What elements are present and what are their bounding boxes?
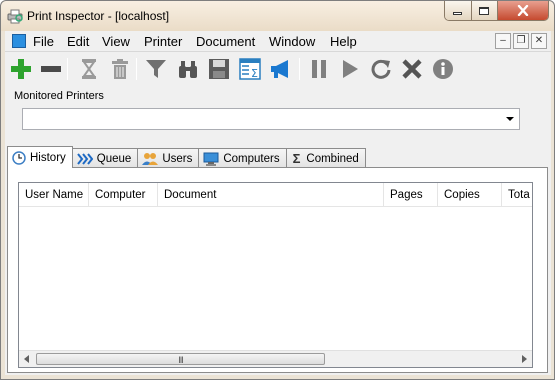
queue-arrows-icon — [77, 152, 93, 165]
hourglass-button[interactable] — [76, 56, 102, 82]
column-header-document[interactable]: Document — [158, 183, 384, 207]
clock-icon — [12, 150, 26, 165]
tab-combined-label: Combined — [306, 152, 359, 165]
svg-text:Σ: Σ — [251, 67, 258, 80]
pause-icon — [312, 60, 326, 78]
column-header-computer[interactable]: Computer — [89, 183, 158, 207]
column-header-total[interactable]: Tota — [502, 183, 532, 207]
printer-app-icon — [7, 9, 23, 24]
delete-button[interactable] — [107, 56, 133, 82]
window-controls — [444, 1, 549, 21]
cancel-job-button[interactable] — [399, 56, 425, 82]
scrollbar-grip: III — [178, 355, 183, 365]
pause-button[interactable] — [306, 56, 332, 82]
tab-combined[interactable]: Σ Combined — [285, 148, 366, 168]
restart-button[interactable] — [368, 56, 394, 82]
horizontal-scrollbar[interactable]: III — [19, 350, 532, 367]
tab-queue[interactable]: Queue — [71, 148, 139, 168]
remove-printer-button[interactable] — [38, 56, 64, 82]
megaphone-icon — [271, 60, 288, 78]
minimize-icon — [453, 12, 463, 15]
menu-view[interactable]: View — [102, 34, 130, 49]
app-window: Print Inspector - [localhost] File Edit … — [0, 0, 555, 380]
tab-history-label: History — [30, 151, 66, 164]
refresh-icon — [371, 59, 391, 79]
summary-table-button[interactable]: Σ — [237, 56, 263, 82]
sum-table-icon: Σ — [239, 58, 261, 80]
monitored-printers-combobox[interactable] — [22, 108, 520, 130]
add-printer-button[interactable] — [8, 56, 34, 82]
menu-edit[interactable]: Edit — [67, 34, 89, 49]
tab-strip: History Queue Users Computers Σ Combined — [7, 146, 366, 168]
computer-icon — [203, 152, 219, 166]
scroll-left-arrow-icon[interactable] — [24, 355, 29, 363]
properties-button[interactable] — [430, 56, 456, 82]
info-icon — [433, 59, 453, 79]
close-button[interactable] — [498, 1, 548, 20]
floppy-disk-icon — [209, 59, 229, 79]
hourglass-icon — [82, 59, 96, 79]
minus-icon — [41, 66, 61, 72]
menu-printer[interactable]: Printer — [144, 34, 182, 49]
filter-icon — [146, 60, 166, 78]
tab-area: History Queue Users Computers Σ Combined… — [5, 142, 551, 375]
tab-history[interactable]: History — [7, 146, 73, 168]
toolbar-separator — [67, 58, 68, 80]
toolbar-separator — [136, 58, 137, 80]
binoculars-icon — [179, 61, 197, 78]
play-icon — [343, 60, 358, 78]
notify-button[interactable] — [268, 56, 294, 82]
mdi-controls: – ❐ ✕ — [495, 33, 547, 49]
menu-bar: File Edit View Printer Document Window H… — [5, 31, 551, 52]
minimize-button[interactable] — [445, 1, 472, 20]
trash-icon — [112, 59, 128, 79]
menu-document[interactable]: Document — [196, 34, 255, 49]
filter-button[interactable] — [143, 56, 169, 82]
menu-help[interactable]: Help — [330, 34, 357, 49]
chevron-down-icon[interactable] — [506, 117, 514, 121]
sigma-icon: Σ — [292, 151, 301, 166]
maximize-icon — [479, 6, 490, 15]
title-bar[interactable]: Print Inspector - [localhost] — [1, 1, 554, 31]
monitored-printers-panel: Monitored Printers — [5, 86, 551, 142]
cancel-x-icon — [402, 59, 422, 79]
window-title: Print Inspector - [localhost] — [27, 9, 170, 23]
column-header-copies[interactable]: Copies — [438, 183, 502, 207]
column-header-user-name[interactable]: User Name — [19, 183, 89, 207]
tab-users-label: Users — [162, 152, 193, 165]
toolbar-separator — [299, 58, 300, 80]
scroll-right-arrow-icon[interactable] — [522, 355, 527, 363]
mdi-minimize-button[interactable]: – — [495, 33, 511, 49]
tab-computers-label: Computers — [223, 152, 280, 165]
mdi-close-button[interactable]: ✕ — [531, 33, 547, 49]
users-icon — [142, 152, 159, 165]
save-button[interactable] — [206, 56, 232, 82]
history-list[interactable]: User Name Computer Document Pages Copies… — [18, 182, 533, 368]
tab-computers[interactable]: Computers — [198, 148, 287, 168]
find-button[interactable] — [175, 56, 201, 82]
document-window-icon[interactable] — [12, 34, 26, 48]
tab-queue-label: Queue — [96, 152, 132, 165]
history-panel: User Name Computer Document Pages Copies… — [7, 167, 548, 373]
tab-users[interactable]: Users — [137, 148, 200, 168]
resume-button[interactable] — [337, 56, 363, 82]
maximize-button[interactable] — [471, 1, 498, 20]
menu-file[interactable]: File — [33, 34, 54, 49]
column-header-pages[interactable]: Pages — [384, 183, 438, 207]
close-icon — [517, 5, 529, 16]
mdi-restore-button[interactable]: ❐ — [513, 33, 529, 49]
scrollbar-thumb[interactable]: III — [36, 353, 325, 365]
plus-icon — [11, 59, 31, 79]
list-header: User Name Computer Document Pages Copies… — [19, 183, 532, 207]
toolbar: Σ — [5, 52, 551, 86]
monitored-printers-label: Monitored Printers — [14, 90, 104, 102]
menu-window[interactable]: Window — [269, 34, 315, 49]
